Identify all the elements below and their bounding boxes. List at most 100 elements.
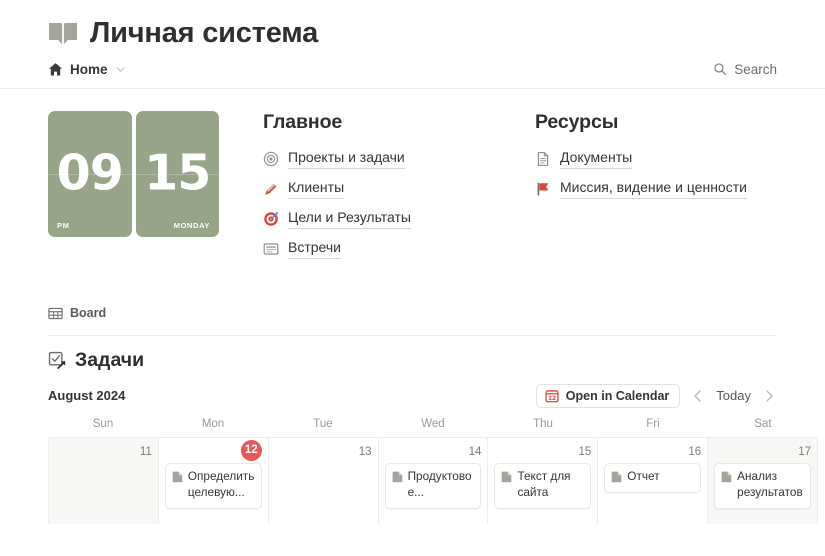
task-card[interactable]: Отчет <box>604 462 702 493</box>
link-label: Клиенты <box>288 179 345 199</box>
calendar-day-cell[interactable]: 16 Отчет <box>598 437 709 524</box>
task-card[interactable]: Продуктовое... <box>384 462 482 509</box>
weekday-label: Wed <box>421 417 445 430</box>
calendar-day-cell[interactable]: 14 Продуктовое... <box>379 437 489 524</box>
clock-minutes-value: 15 <box>144 144 211 202</box>
column-title: Ресурсы <box>535 110 619 133</box>
chevron-right-icon[interactable] <box>761 388 777 404</box>
weekday-label: Tue <box>313 417 333 430</box>
svg-text:12: 12 <box>548 396 556 402</box>
link-label: Встречи <box>288 239 341 259</box>
weekday-label: Sat <box>754 417 772 430</box>
weekday-label: Mon <box>201 417 225 430</box>
link-missiya-videnie-i-cennosti[interactable]: Миссия, видение и ценности <box>535 174 807 204</box>
calendar-day-number: 11 <box>139 445 152 458</box>
task-card-title: Анализ результатов <box>737 468 803 499</box>
today-button[interactable]: Today <box>716 388 751 403</box>
search-icon <box>714 63 727 76</box>
clock-hours-value: 09 <box>56 144 124 202</box>
page-title: Личная система <box>90 17 319 49</box>
task-card-inner: Продуктовое... <box>392 469 475 501</box>
calendar-day-number: 15 <box>578 445 592 458</box>
search-label: Search <box>734 61 777 77</box>
link-klienty[interactable]: Клиенты <box>263 174 535 204</box>
tab-board-label: Board <box>70 306 107 321</box>
open-in-calendar-label: Open in Calendar <box>565 388 670 403</box>
calendar-day-cell[interactable]: 12 Определить целевую... <box>159 437 269 524</box>
dart-target-icon <box>264 212 278 226</box>
link-vstrechi[interactable]: Встречи <box>263 234 535 264</box>
home-icon <box>48 63 63 76</box>
calendar-day-number: 14 <box>468 445 482 458</box>
breadcrumb[interactable]: Home <box>48 62 126 77</box>
link-proekty-i-zadachi[interactable]: Проекты и задачи <box>263 144 535 174</box>
link-dokumenty[interactable]: Документы <box>535 144 807 174</box>
column-resursy: Ресурсы Документы Миссия, видение и ценн… <box>535 111 807 264</box>
page-icon <box>611 471 622 483</box>
hero-section: 09 PM 15 MONDAY Главное Проекты и задачи <box>0 89 825 264</box>
task-card-inner: Отчет <box>611 469 694 485</box>
breadcrumb-home-label: Home <box>70 61 108 77</box>
clock-weekday: MONDAY <box>173 220 210 230</box>
weekday-label: Sun <box>92 417 114 430</box>
task-card-title: Определить целевую... <box>187 468 255 499</box>
red-flag-icon <box>537 182 549 196</box>
calendar-toolbar: August 2024 12 Open in Calendar Today <box>0 372 825 408</box>
flip-clock-minutes: 15 MONDAY <box>135 110 219 237</box>
task-card-inner: Определить целевую... <box>172 469 255 501</box>
calendar-day-number: 13 <box>358 445 372 458</box>
weekday-label: Thu <box>533 417 553 430</box>
page-header: Личная система <box>0 0 825 50</box>
chevron-left-icon[interactable] <box>690 388 706 404</box>
calendar-day-cell[interactable]: 13 <box>269 437 379 524</box>
record-circle-icon <box>263 151 279 167</box>
page-icon <box>721 471 732 483</box>
calendar-day-number: 16 <box>688 445 702 458</box>
page-root: Личная система Home Search 09 PM 15 MOND… <box>0 0 825 556</box>
calendar-day-cell[interactable]: 11 <box>48 437 159 524</box>
link-columns: Главное Проекты и задачи Клиенты Цели и … <box>219 111 807 264</box>
task-card-inner: Анализ результатов <box>721 469 804 501</box>
task-card[interactable]: Определить целевую... <box>164 462 262 509</box>
weekday-header-row: Sun Mon Tue Wed Thu Fri Sat <box>48 418 818 437</box>
linked-checkbox-icon <box>48 351 66 369</box>
board-tabs: Board <box>0 264 825 336</box>
task-card-title: Продуктовое... <box>407 468 472 499</box>
page-icon <box>392 471 402 483</box>
calendar-month-label: August 2024 <box>48 388 126 404</box>
task-card[interactable]: Текст для сайта <box>494 462 592 509</box>
column-title: Главное <box>263 110 343 133</box>
flip-clock-widget: 09 PM 15 MONDAY <box>48 110 219 237</box>
page-document-icon <box>537 151 549 166</box>
link-label: Документы <box>560 149 633 169</box>
link-celi-i-rezultaty[interactable]: Цели и Результаты <box>263 204 535 234</box>
open-in-calendar-button[interactable]: 12 Open in Calendar <box>535 383 681 408</box>
database-title: Задачи <box>75 348 145 371</box>
today-number: 12 <box>240 439 262 461</box>
database-header: Задачи <box>0 336 825 372</box>
task-card-title: Текст для сайта <box>517 468 571 499</box>
calendar-controls: 12 Open in Calendar Today <box>535 383 777 408</box>
task-card-inner: Текст для сайта <box>501 469 584 501</box>
calendar-grid: Sun Mon Tue Wed Thu Fri Sat 11 12 Определи… <box>0 418 825 524</box>
task-card[interactable]: Анализ результатов <box>714 462 812 509</box>
table-view-icon <box>48 307 63 320</box>
calendar-today-badge: 12 <box>165 439 262 461</box>
task-card-title: Отчет <box>627 468 660 483</box>
link-label: Цели и Результаты <box>288 209 411 229</box>
calendar-day-cell[interactable]: 15 Текст для сайта <box>488 437 599 524</box>
calendar-day-cell[interactable]: 17 Анализ результатов <box>708 437 819 524</box>
tab-board[interactable]: Board <box>48 306 106 321</box>
link-label: Проекты и задачи <box>288 149 405 169</box>
pen-nib-icon <box>265 183 277 195</box>
clock-meridiem: PM <box>57 220 70 230</box>
weekday-label: Fri <box>646 417 660 430</box>
calendar-day-number: 17 <box>798 445 812 458</box>
note-card-icon <box>263 243 279 255</box>
calendar-week-row: 11 12 Определить целевую... 13 14 Продуктовое… <box>48 436 819 524</box>
chevron-down-icon[interactable] <box>115 64 126 75</box>
search-button[interactable]: Search <box>713 62 777 77</box>
column-glavnoe: Главное Проекты и задачи Клиенты Цели и … <box>263 111 535 264</box>
breadcrumb-bar: Home Search <box>0 50 825 77</box>
flip-clock-hours: 09 PM <box>48 110 132 237</box>
